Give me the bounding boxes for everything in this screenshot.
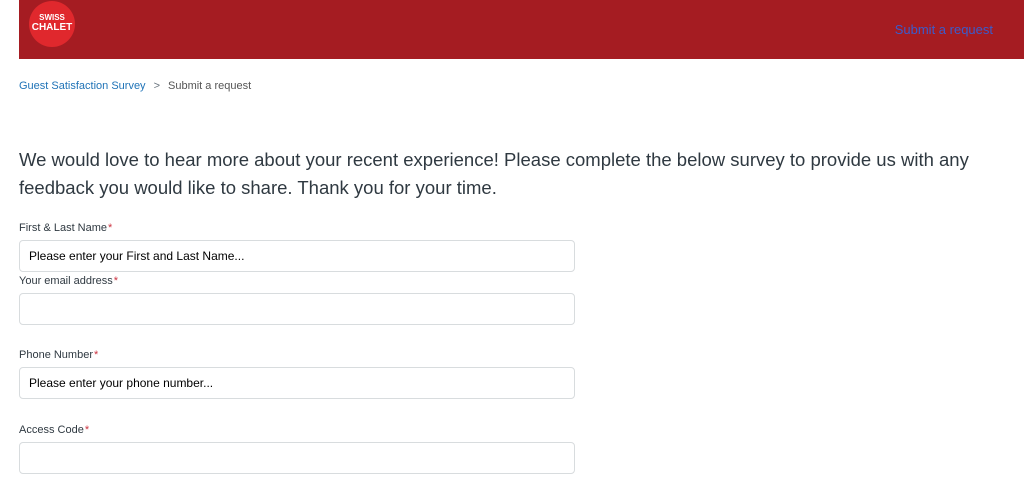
access-code-input[interactable] [19,442,575,474]
email-label-text: Your email address [19,275,113,287]
required-marker: * [84,424,90,436]
access-code-label: Access Code* [19,424,89,436]
phone-number-label: Phone Number* [19,349,98,361]
first-last-name-input[interactable] [19,240,575,272]
required-marker: * [94,349,99,361]
intro-text: We would love to hear more about your re… [19,149,969,198]
first-last-name-label: First & Last Name* [19,222,112,234]
required-marker: * [113,275,119,287]
logo-text-line2: CHALET [31,22,73,33]
phone-number-label-text: Phone Number [19,349,93,361]
access-code-label-text: Access Code [19,424,84,436]
required-marker: * [108,222,113,234]
breadcrumb: Guest Satisfaction Survey > Submit a reque… [19,80,251,92]
breadcrumb-link-guest-satisfaction-survey[interactable]: Guest Satisfaction Survey [19,80,146,92]
first-last-name-label-text: First & Last Name [19,222,108,234]
swiss-chalet-logo[interactable]: SWISS CHALET [29,1,75,47]
breadcrumb-current-page: Submit a request [168,80,252,92]
email-label: Your email address* [19,275,118,287]
breadcrumb-separator: > [153,80,160,92]
phone-number-input[interactable] [19,367,575,399]
site-header: SWISS CHALET Submit a request [19,0,1024,59]
submit-request-link[interactable]: Submit a request [895,22,993,37]
email-input[interactable] [19,293,575,325]
